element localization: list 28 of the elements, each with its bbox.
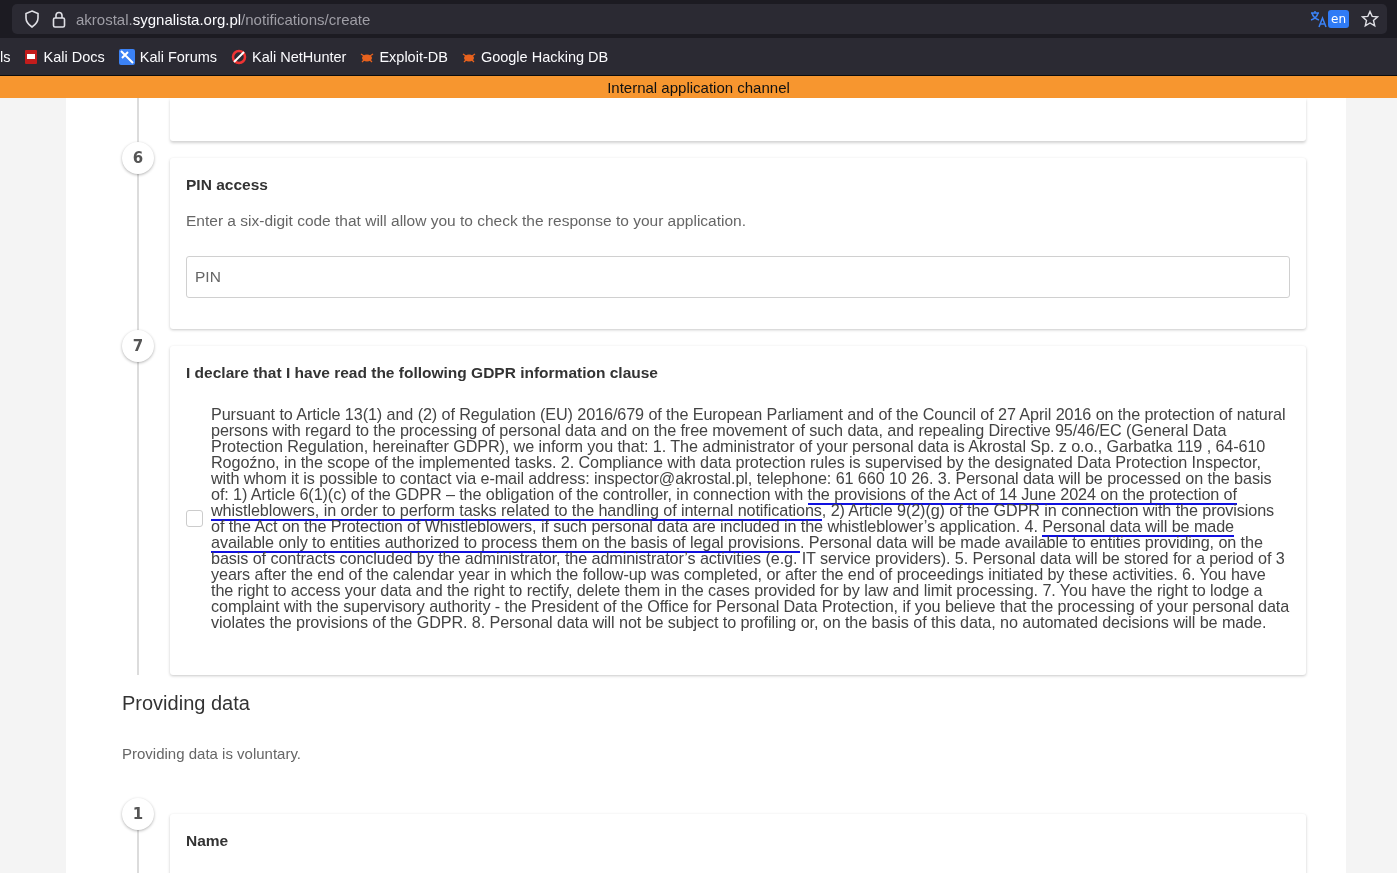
book-icon: [24, 48, 39, 65]
bookmark[interactable]: ls: [0, 48, 11, 65]
star-icon[interactable]: [1361, 10, 1379, 28]
bookmark[interactable]: Kali Docs: [24, 48, 105, 65]
shield-icon: [24, 10, 40, 28]
ring-icon: [231, 48, 248, 65]
banner-text: Internal application channel: [607, 78, 790, 96]
address-bar[interactable]: akrostal.sygnalista.org.pl/notifications/create en: [12, 4, 1387, 34]
card-title: PIN access: [186, 176, 269, 194]
lock-icon: [52, 10, 66, 28]
gdpr-clause-text: Pursuant to Article 13(1) and (2) of Regulation (EU) 2016/679 of the European Parliament and of the Council of 27 April 2016 on the protection of natural persons with regard to the processing of personal data and on the free movement of such data, and repealing Directive 95/46/EC (General Data Protection Regulation, hereinafter GDPR), we inform you that: 1. The administrator of your personal data is Akrostal Sp. z o.o., Garbatka 119 , 64-610 Rogoźno, in the scope of the implemented tasks. 2. Compliance with data protection rules is supervised by the designated Data Protection Inspector, with whom it is possible to contact via e-mail address: inspector@akrostal.pl, telephone: 61 660 10 26. 3. Personal data will be processed on the basis of: 1) Article 6(1)(c) of the GDPR – the obligation of the controller, in connection with the provisions of the Act of 14 June 2024 on the protection of whistleblowers, in order to perform tasks related to the handling of internal notifications, 2) Article 9(2)(g) of the GDPR in connection with the provisions of the Act on the Protection of Whistleblowers, if such personal data are included in the whistleblower’s application. 4. Personal data will be made available only to entities authorized to process them on the basis of legal provisions. Personal data will be made available to entities providing, on the basis of contracts concluded by the administrator, the administrator’s activities (e.g. IT service providers). 5. Personal data will be stored for a period of 3 years after the end of the calendar year in which the follow-up was completed, or after the end of proceedings initiated by these activities. 6. You have the right to access your data and the right to rectify, delete them in the cases provided for by law and limit processing. 7. You have the right to lodge a complaint with the supervisory authority - the President of the Office for Personal Data Protection, if you believe that the processing of your personal data violates the provisions of the GDPR. 8. Personal data will not be subject to profiling or, on the basis of this data, no automated decisions will be made.: [211, 406, 1290, 630]
language-badge[interactable]: en: [1328, 10, 1349, 28]
section-title: Providing data: [122, 692, 251, 715]
url-text: akrostal.sygnalista.org.pl/notifications/create: [76, 10, 371, 28]
bookmark[interactable]: Kali NetHunter: [231, 48, 347, 65]
card-title: Name: [186, 832, 230, 850]
bookmark[interactable]: Exploit-DB: [360, 48, 448, 65]
step-number: 6: [122, 142, 154, 174]
section-note: Providing data is voluntary.: [122, 745, 302, 762]
pin-field[interactable]: PIN: [186, 256, 1290, 298]
bookmark[interactable]: Kali Forums: [118, 48, 218, 65]
translate-icon[interactable]: [1310, 10, 1328, 28]
step-number: 7: [122, 330, 154, 362]
card-description: Enter a six-digit code that will allow you to check the response to your application.: [186, 212, 748, 230]
step-number: 1: [122, 798, 154, 830]
card-title: I declare that I have read the following GDPR information clause: [186, 364, 659, 382]
checkbox[interactable]: [186, 509, 203, 527]
bookmark[interactable]: Google Hacking DB: [461, 48, 609, 65]
